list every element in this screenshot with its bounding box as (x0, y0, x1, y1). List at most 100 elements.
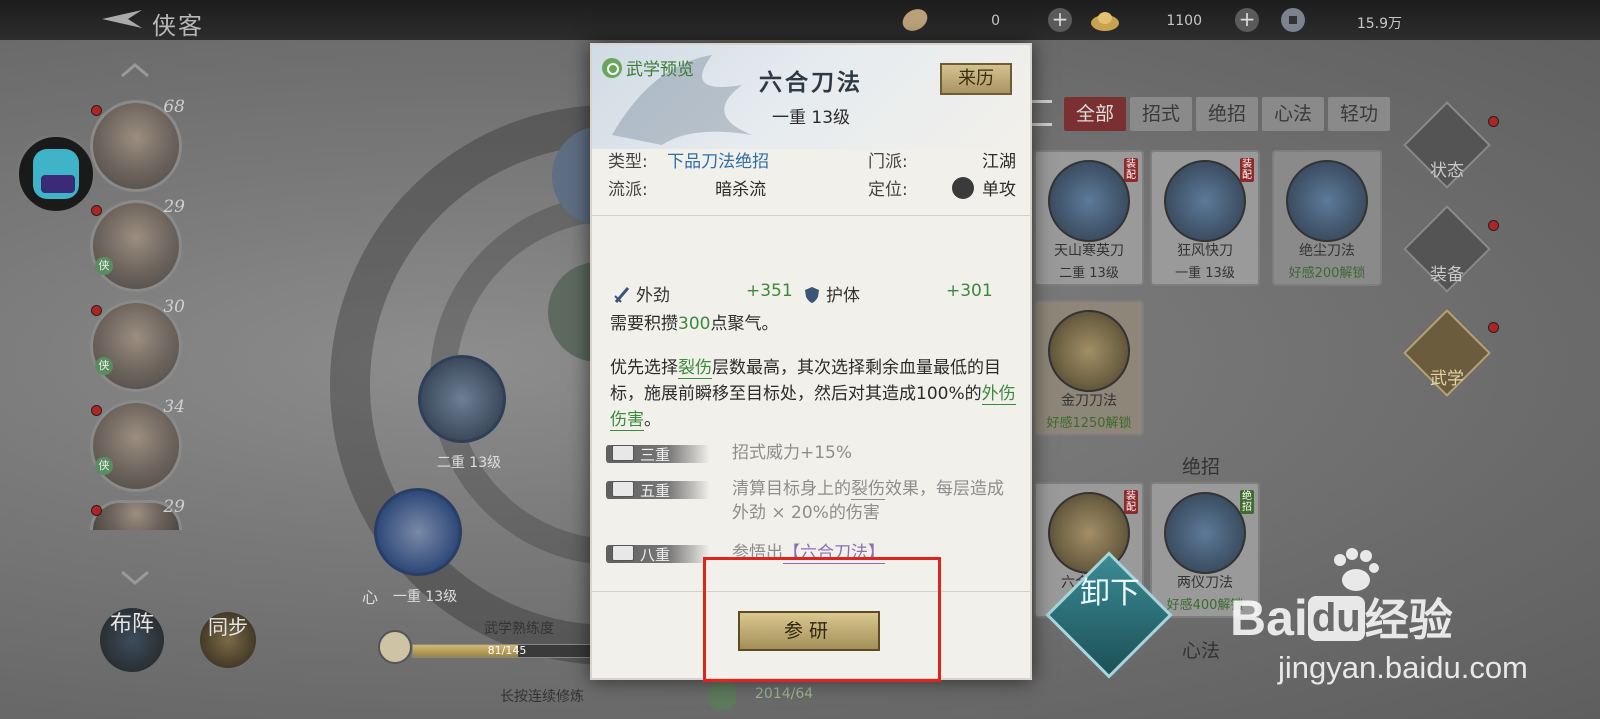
skill-node-label: 二重 13级 (436, 455, 502, 471)
add-gold-ingot-button[interactable]: + (1235, 8, 1259, 32)
notification-dot (91, 105, 102, 116)
highlight-annotation-box (703, 557, 941, 682)
page-title: 侠客 (152, 12, 204, 40)
silver-coin-icon (1281, 8, 1305, 32)
skill-card-juechen[interactable]: 绝尘刀法 好感200解锁 (1272, 150, 1382, 286)
leaf-coin-icon (902, 9, 928, 31)
unequip-label: 卸下 (1080, 576, 1140, 611)
skill-art-icon (1048, 160, 1130, 242)
hero-level: 29 (163, 197, 185, 217)
hero-level: 30 (163, 297, 185, 317)
section-title-ultimate: 绝招 (1182, 456, 1221, 478)
tier-badge-8: 八重 (606, 541, 716, 567)
leaf-coin-value: 0 (991, 13, 1000, 29)
scroll-down-icon[interactable] (120, 570, 150, 586)
add-leaf-coin-button[interactable]: + (1048, 8, 1072, 32)
hero-level: 68 (163, 97, 185, 117)
sync-label: 同步 (208, 615, 248, 639)
card-unlock: 好感1250解锁 (1046, 416, 1132, 431)
section-title-xinfa: 心法 (1182, 640, 1221, 662)
school-value: 江湖 (982, 152, 1016, 172)
stat-waijin: 外劲 (614, 281, 670, 306)
notification-dot (1488, 322, 1499, 333)
stat-huti: 护体 (804, 281, 860, 306)
tab-xinfa[interactable]: 心法 (1262, 97, 1324, 131)
skill-art-icon (1164, 160, 1246, 242)
hero-level: 34 (163, 397, 185, 417)
faction-mark-icon: 侠 (95, 257, 113, 275)
notification-dot (91, 505, 102, 516)
scroll-up-icon[interactable] (120, 62, 150, 78)
watermark-url: jingyan.baidu.com (1278, 650, 1528, 685)
faction-mark-icon: 侠 (95, 457, 113, 475)
faction-mark-icon: 侠 (95, 357, 113, 375)
sync-button[interactable]: 同步 (200, 612, 256, 668)
hero-portrait-2[interactable]: 29 侠 (90, 197, 185, 292)
notification-dot (91, 405, 102, 416)
skill-node-xinfa[interactable] (374, 488, 462, 576)
back-arrow-icon[interactable] (92, 6, 144, 32)
player-avatar[interactable] (16, 134, 96, 214)
origin-button[interactable]: 来历 (940, 63, 1012, 95)
card-level: 一重 13级 (1175, 266, 1235, 281)
requirement-text: 需要积攒300点聚气。 (610, 314, 779, 334)
hero-portrait-3[interactable]: 30 侠 (90, 297, 185, 392)
skill-art-icon (1286, 160, 1368, 242)
formation-label: 布阵 (109, 612, 154, 637)
skill-card-tianshan[interactable]: 装配 天山寒英刀 二重 13级 (1034, 150, 1144, 286)
skill-rank: 一重 13级 (771, 108, 851, 128)
tab-ultimate[interactable]: 绝招 (1196, 97, 1258, 131)
hero-level: 29 (163, 497, 185, 517)
divider (592, 215, 1030, 216)
potion-icon (708, 680, 736, 710)
shield-stat-icon (805, 287, 819, 303)
description-text: 优先选择裂伤层数最高，其次选择剩余血量最低的目标，施展前瞬移至目标处，然后对其造… (610, 358, 1016, 431)
hero-portrait-5[interactable]: 29 (90, 497, 185, 530)
equipped-tag: 装配 (1124, 158, 1138, 182)
formation-button[interactable]: 布阵 (100, 608, 164, 672)
sword-stat-icon (614, 287, 630, 303)
xinfa-mark: 心 (362, 588, 379, 607)
role-value: 单攻 (982, 180, 1016, 200)
skill-node-zhaoshi[interactable] (418, 355, 506, 443)
scroll-icon (612, 445, 634, 461)
hero-portrait-1[interactable]: 68 (90, 97, 185, 192)
hero-portrait-4[interactable]: 34 侠 (90, 397, 185, 492)
scroll-icon (612, 545, 634, 561)
stat-huti-value: +301 (946, 281, 993, 301)
tab-moves[interactable]: 招式 (1130, 97, 1192, 131)
ultimate-tag: 绝招 (1240, 490, 1254, 514)
laceration-keyword[interactable]: 裂伤 (678, 358, 712, 379)
side-nav-equipment-label: 装备 (1430, 265, 1464, 285)
skill-card-kuangfeng[interactable]: 装配 狂风快刀 一重 13级 (1150, 150, 1260, 286)
notification-dot (1488, 220, 1499, 231)
role-row: 定位: 单攻 (868, 175, 1016, 200)
side-nav-martial-label: 武学 (1430, 369, 1464, 389)
side-nav-status-label: 状态 (1430, 161, 1464, 181)
mastery-progress-bar: 81/145 (412, 644, 602, 658)
card-level: 二重 13级 (1059, 266, 1119, 281)
top-bar: 侠客 0 + 1100 + 15.9万 (0, 0, 1600, 40)
tab-all[interactable]: 全部 (1064, 97, 1126, 131)
watermark-brand: Bai du经验 (1230, 590, 1453, 646)
tier-text-5: 清算目标身上的裂伤效果，每层造成外劲 × 20%的伤害 (732, 479, 1004, 523)
scroll-icon (612, 481, 634, 497)
equipped-tag: 装配 (1240, 158, 1254, 182)
type-key: 类型: (608, 152, 648, 172)
card-name: 绝尘刀法 (1299, 243, 1355, 259)
hold-hint: 长按连续修炼 (500, 689, 584, 705)
target-icon (952, 177, 974, 199)
skill-art-icon (1048, 310, 1130, 392)
gold-ingot-value: 1100 (1166, 13, 1202, 29)
style-key: 流派: (608, 180, 648, 200)
list-view-icon[interactable] (1030, 100, 1052, 126)
item-count: 2014/64 (755, 686, 814, 702)
card-name: 天山寒英刀 (1054, 243, 1124, 259)
card-unlock: 好感200解锁 (1288, 266, 1366, 281)
card-name: 金刀刀法 (1061, 393, 1117, 409)
tab-qinggong[interactable]: 轻功 (1328, 97, 1390, 131)
skill-card-jindao[interactable]: 金刀刀法 好感1250解锁 (1034, 300, 1144, 436)
role-key: 定位: (868, 180, 908, 200)
tier-text-3: 招式威力+15% (732, 443, 853, 463)
school-key: 门派: (868, 152, 908, 172)
